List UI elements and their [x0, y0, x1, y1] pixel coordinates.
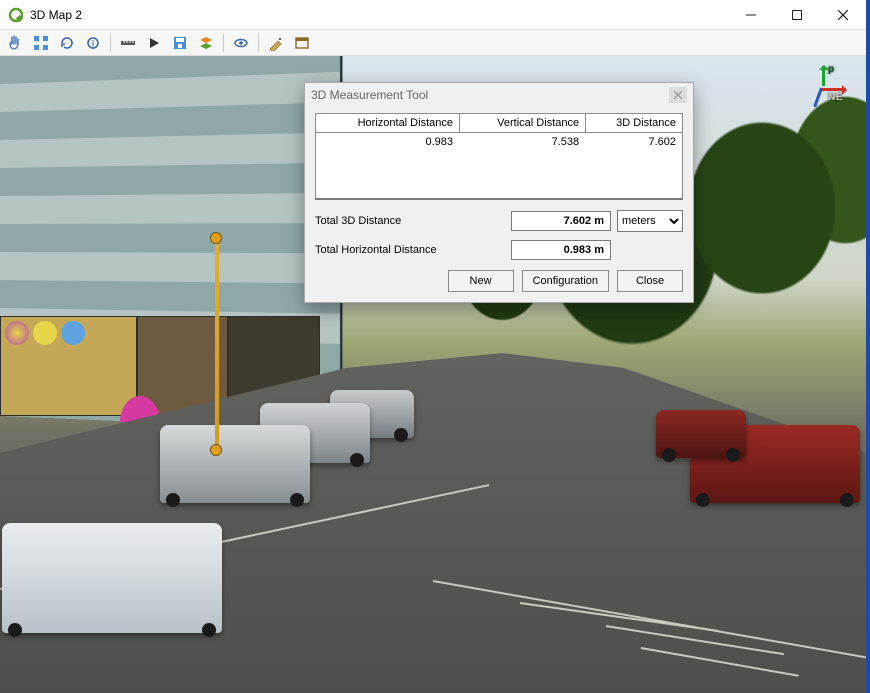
dialog-close-button[interactable]	[669, 87, 687, 103]
col-horizontal[interactable]: Horizontal Distance	[316, 114, 460, 133]
zoom-extents-icon[interactable]	[30, 32, 52, 54]
col-3d[interactable]: 3D Distance	[586, 114, 683, 133]
measurement-dialog: 3D Measurement Tool Horizontal Distance …	[304, 82, 694, 303]
toolbar-separator	[258, 34, 259, 52]
app-window: 3D Map 2 i	[0, 0, 870, 693]
total-h-label: Total Horizontal Distance	[315, 244, 505, 256]
gizmo-east-label: E	[836, 92, 843, 103]
units-select[interactable]: meters	[617, 210, 683, 232]
gizmo-north-label: N	[828, 92, 835, 103]
play-icon[interactable]	[143, 32, 165, 54]
layers-icon[interactable]	[195, 32, 217, 54]
toolbar-separator	[223, 34, 224, 52]
svg-text:i: i	[92, 39, 94, 48]
close-icon	[674, 91, 682, 99]
gizmo-up-label: p	[828, 64, 834, 75]
scene-car	[656, 410, 746, 458]
dialog-titlebar[interactable]: 3D Measurement Tool	[305, 83, 693, 107]
measurement-table: Horizontal Distance Vertical Distance 3D…	[315, 113, 683, 200]
refresh-icon[interactable]	[56, 32, 78, 54]
total-3d-label: Total 3D Distance	[315, 215, 505, 227]
col-vertical[interactable]: Vertical Distance	[459, 114, 585, 133]
table-row[interactable]: 0.983 7.538 7.602	[316, 133, 683, 152]
3d-viewport[interactable]: p N E 3D Measurement Tool Horizontal Dis…	[0, 56, 866, 693]
measurement-line[interactable]	[215, 238, 219, 452]
toolbar: i	[0, 30, 866, 56]
save-image-icon[interactable]	[169, 32, 191, 54]
minimize-button[interactable]	[728, 0, 774, 30]
measure-icon[interactable]	[117, 32, 139, 54]
cell-h: 0.983	[316, 133, 460, 152]
window-title: 3D Map 2	[30, 8, 82, 22]
measurement-vertex[interactable]	[210, 444, 222, 456]
scene-car	[160, 425, 310, 503]
cell-3d: 7.602	[586, 133, 683, 152]
titlebar: 3D Map 2	[0, 0, 866, 30]
qgis-icon	[8, 7, 24, 23]
scene-car	[2, 523, 222, 633]
dialog-title: 3D Measurement Tool	[311, 88, 669, 102]
dock-icon[interactable]	[291, 32, 313, 54]
total-3d-field[interactable]: 7.602 m	[511, 211, 611, 231]
close-button[interactable]	[820, 0, 866, 30]
new-button[interactable]: New	[448, 270, 514, 292]
options-icon[interactable]	[265, 32, 287, 54]
view-settings-icon[interactable]	[230, 32, 252, 54]
total-h-field[interactable]: 0.983 m	[511, 240, 611, 260]
close-button[interactable]: Close	[617, 270, 683, 292]
measurement-vertex[interactable]	[210, 232, 222, 244]
configuration-button[interactable]: Configuration	[522, 270, 609, 292]
pan-tool-icon[interactable]	[4, 32, 26, 54]
identify-icon[interactable]: i	[82, 32, 104, 54]
cell-v: 7.538	[459, 133, 585, 152]
maximize-button[interactable]	[774, 0, 820, 30]
toolbar-separator	[110, 34, 111, 52]
orientation-gizmo[interactable]: p N E	[792, 66, 846, 120]
